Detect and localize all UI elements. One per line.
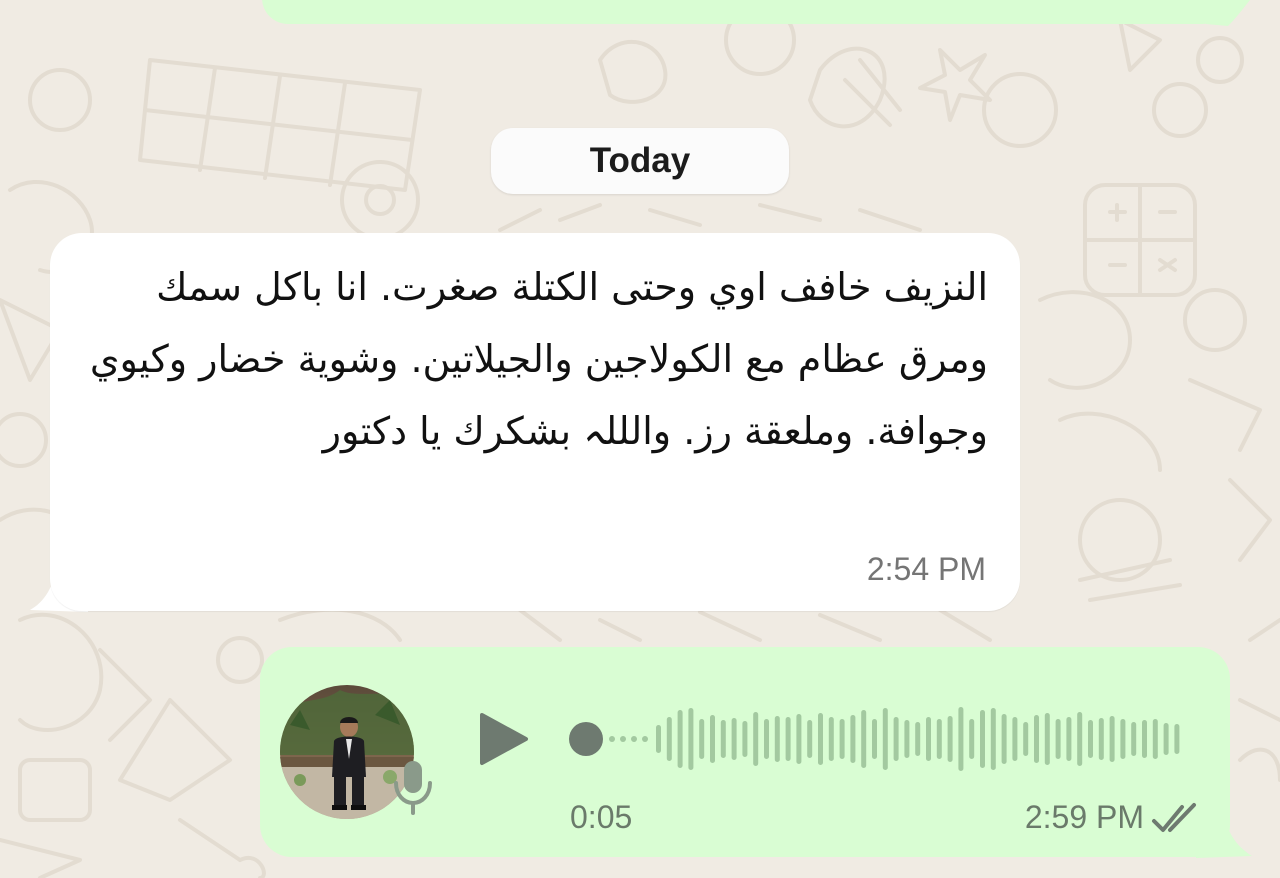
- waveform-bar: [936, 719, 942, 759]
- previous-outgoing-bubble[interactable]: [262, 0, 1228, 24]
- waveform-dot: [620, 736, 626, 742]
- play-icon[interactable]: [474, 711, 530, 767]
- microphone-icon: [394, 761, 432, 815]
- waveform-bar: [774, 716, 780, 762]
- waveform-bar: [1109, 716, 1115, 762]
- waveform-bar: [1044, 713, 1050, 765]
- waveform-bar: [742, 721, 748, 757]
- waveform-bar: [1152, 719, 1158, 759]
- double-check-icon: [1152, 803, 1196, 832]
- waveform-bar: [666, 717, 672, 761]
- waveform-bar: [1131, 722, 1137, 756]
- waveform-bar: [1012, 717, 1018, 761]
- bubble-tail: [1206, 0, 1250, 26]
- waveform-bar: [969, 719, 975, 759]
- waveform-dot: [642, 736, 648, 742]
- waveform-bar: [764, 719, 769, 759]
- waveform-bar: [1120, 719, 1126, 759]
- waveform-bar: [926, 717, 931, 761]
- message-timestamp: 2:54 PM: [866, 551, 986, 587]
- playback-position-handle[interactable]: [569, 722, 603, 756]
- waveform-dot: [609, 736, 615, 742]
- date-separator: Today: [491, 128, 789, 194]
- waveform-bar: [904, 720, 910, 758]
- waveform-bar: [1034, 715, 1039, 763]
- chat-area[interactable]: Today النزيف خافف اوي وحتى الكتلة صغرت. …: [0, 0, 1280, 878]
- waveform-bar: [1077, 712, 1083, 766]
- waveform-bar: [1163, 723, 1169, 755]
- waveform-bar: [1142, 720, 1147, 758]
- waveform-bar: [850, 715, 856, 763]
- waveform-bar: [1023, 722, 1029, 756]
- waveform-bar: [980, 710, 985, 768]
- waveform-bar: [720, 720, 726, 758]
- audio-waveform[interactable]: [560, 699, 1200, 779]
- voice-duration: 0:05: [570, 799, 633, 835]
- waveform-bar: [1088, 720, 1093, 758]
- waveform-bar: [1055, 719, 1061, 759]
- waveform-bar: [1098, 718, 1104, 760]
- waveform-bar: [893, 717, 899, 761]
- waveform-bar: [710, 715, 715, 763]
- waveform-bars: [656, 707, 1180, 771]
- waveform-dots: [609, 736, 648, 742]
- incoming-message-bubble[interactable]: النزيف خافف اوي وحتى الكتلة صغرت. انا با…: [50, 233, 1020, 611]
- waveform-bar: [958, 707, 964, 771]
- waveform-bar: [796, 714, 802, 764]
- date-label: Today: [589, 141, 691, 180]
- waveform-bar: [1001, 714, 1007, 764]
- waveform-dot: [631, 736, 637, 742]
- waveform-bar: [656, 725, 661, 753]
- voice-message-bubble[interactable]: 0:05 2:59 PM: [260, 647, 1230, 857]
- waveform-bar: [688, 708, 694, 770]
- message-timestamp: 2:59 PM: [1024, 799, 1144, 835]
- waveform-bar: [882, 708, 888, 770]
- waveform-bar: [785, 717, 791, 761]
- waveform-bar: [915, 722, 921, 756]
- waveform-bar: [1174, 724, 1180, 754]
- waveform-bar: [990, 708, 996, 770]
- waveform-bar: [753, 712, 759, 766]
- waveform-bar: [861, 710, 867, 768]
- waveform-bar: [839, 719, 845, 759]
- message-text: النزيف خافف اوي وحتى الكتلة صغرت. انا با…: [89, 265, 988, 453]
- waveform-bar: [677, 710, 683, 768]
- waveform-bar: [872, 719, 877, 759]
- waveform-bar: [807, 720, 813, 758]
- waveform-bar: [818, 713, 823, 765]
- waveform-bar: [699, 719, 705, 759]
- waveform-bar: [1066, 717, 1072, 761]
- waveform-bar: [947, 716, 953, 762]
- waveform-bar: [828, 717, 834, 761]
- waveform-bar: [731, 718, 737, 760]
